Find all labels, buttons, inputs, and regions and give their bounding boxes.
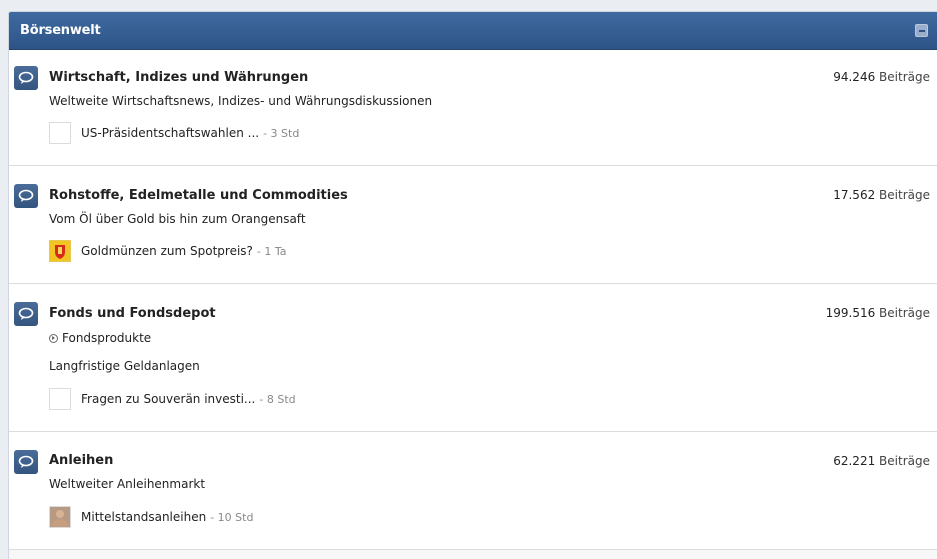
last-post: Mittelstandsanleihen - 10 Std <box>49 506 253 528</box>
posts-count-number: 94.246 <box>833 70 876 84</box>
person-photo-avatar[interactable] <box>49 506 71 528</box>
posts-count: 17.562 Beiträge <box>833 188 930 202</box>
speech-bubbles-icon[interactable] <box>14 66 38 90</box>
forum-row: Rohstoffe, Edelmetalle und Commodities 1… <box>9 166 937 284</box>
speech-bubbles-icon[interactable] <box>14 302 38 326</box>
subforum-label[interactable]: Fondsprodukte <box>62 331 151 345</box>
posts-count: 199.516 Beiträge <box>826 306 930 320</box>
posts-count-label: Beiträge <box>879 454 930 468</box>
last-post-time: - 8 Std <box>259 392 296 406</box>
subforum-link[interactable]: Fondsprodukte <box>49 331 151 345</box>
last-post: US-Präsidentschaftswahlen ... - 3 Std <box>49 122 299 144</box>
posts-count-number: 199.516 <box>825 306 876 320</box>
forum-description: Langfristige Geldanlagen <box>49 359 200 373</box>
speech-bubbles-icon[interactable] <box>14 450 38 474</box>
posts-count-label: Beiträge <box>879 70 930 84</box>
category-header: Börsenwelt <box>9 12 937 50</box>
user-avatar[interactable] <box>49 122 71 144</box>
forum-category-board: Börsenwelt Wirtschaft, Indizes und Währu… <box>8 11 937 559</box>
subforum-arrow-icon <box>49 333 58 343</box>
last-post-title-link[interactable]: Goldmünzen zum Spotpreis? <box>81 244 253 258</box>
last-post-time: - 3 Std <box>263 126 300 140</box>
collapse-icon[interactable] <box>915 24 928 37</box>
forum-description: Weltweiter Anleihenmarkt <box>49 477 206 491</box>
coat-of-arms-avatar[interactable] <box>49 240 71 262</box>
forum-description: Vom Öl über Gold bis hin zum Orangensaft <box>49 212 306 226</box>
forum-row: Wirtschaft, Indizes und Währungen 94.246… <box>9 50 937 166</box>
last-post-title-link[interactable]: Mittelstandsanleihen <box>81 510 206 524</box>
forum-title-link[interactable]: Wirtschaft, Indizes und Währungen <box>49 70 308 85</box>
forum-title-link[interactable]: Fonds und Fondsdepot <box>49 306 216 321</box>
forum-description: Weltweite Wirtschaftsnews, Indizes- und … <box>49 94 433 108</box>
last-post: Fragen zu Souverän investi... - 8 Std <box>49 388 296 410</box>
posts-count: 94.246 Beiträge <box>833 70 930 84</box>
forum-row: Fonds und Fondsdepot 199.516 Beiträge Fo… <box>9 284 937 432</box>
last-post-title-link[interactable]: US-Präsidentschaftswahlen ... <box>81 126 259 140</box>
category-title[interactable]: Börsenwelt <box>20 23 101 38</box>
posts-count-label: Beiträge <box>879 188 930 202</box>
forum-title-link[interactable]: Anleihen <box>49 453 113 468</box>
forum-row: Anleihen 62.221 Beiträge Weltweiter Anle… <box>9 432 937 550</box>
user-avatar[interactable] <box>49 388 71 410</box>
posts-count-number: 17.562 <box>833 188 876 202</box>
last-post-time: - 1 Ta <box>256 244 287 258</box>
posts-count-number: 62.221 <box>833 454 876 468</box>
posts-count-label: Beiträge <box>879 306 930 320</box>
last-post: Goldmünzen zum Spotpreis? - 1 Ta <box>49 240 287 262</box>
last-post-time: - 10 Std <box>210 510 254 524</box>
forum-title-link[interactable]: Rohstoffe, Edelmetalle und Commodities <box>49 188 348 203</box>
last-post-title-link[interactable]: Fragen zu Souverän investi... <box>81 392 255 406</box>
posts-count: 62.221 Beiträge <box>833 454 930 468</box>
speech-bubbles-icon[interactable] <box>14 184 38 208</box>
